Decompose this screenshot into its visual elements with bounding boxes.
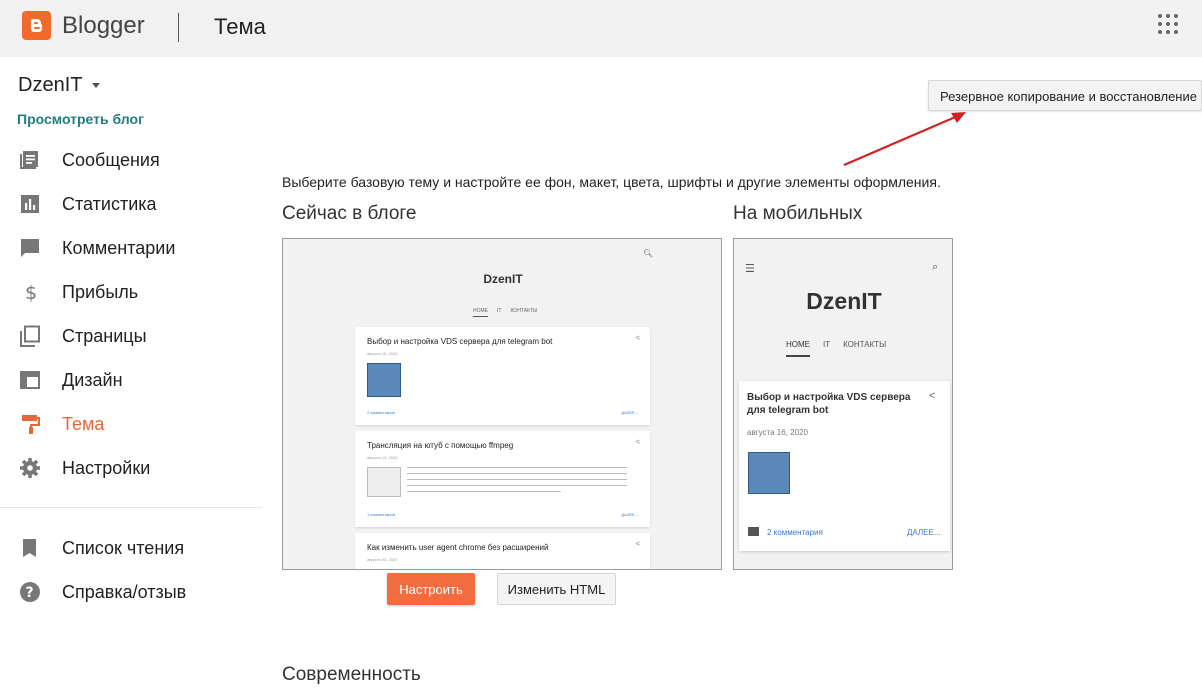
search-icon: 🔍︎ [643,249,654,258]
preview-post-card: Выбор и настройка VDS сервера для telegr… [739,381,950,551]
post-comments: 2 комментария [767,528,823,537]
preview-post-card: Трансляция на ютуб с помощью ffmpeg < ав… [355,431,650,527]
preview-tab: КОНТАКТЫ [510,308,538,314]
top-bar: Blogger Тема [0,0,1202,57]
svg-text:?: ? [26,585,34,601]
view-blog-link[interactable]: Просмотреть блог [17,111,144,127]
dollar-icon: $ [25,282,37,303]
sidebar-item-label: Прибыль [62,282,139,302]
share-icon: < [635,439,640,446]
page-title: Тема [214,14,266,39]
post-date: августа 16, 2020 [367,351,398,356]
post-comments: 1 комментарий [367,512,395,517]
pages-icon [20,325,40,347]
post-thumbnail [367,467,401,497]
header-divider [178,13,179,42]
sidebar-item-pages[interactable]: Страницы [0,317,262,355]
desktop-theme-preview[interactable]: 🔍︎ DzenIT HOME IT КОНТАКТЫ Выбор и настрой… [282,238,722,570]
post-date: августа 14, 2020 [367,455,398,460]
mobile-theme-heading: На мобильных [733,203,863,224]
sidebar-item-comments[interactable]: Комментарии [0,229,262,267]
sidebar-item-label: Справка/отзыв [62,582,187,602]
preview-tabs: HOME IT КОНТАКТЫ [786,340,899,357]
preview-tab: КОНТАКТЫ [843,340,887,349]
share-icon: < [635,541,640,548]
customize-button[interactable]: Настроить [387,573,475,605]
post-date: августа 03, 2020 [367,557,398,562]
sidebar-item-reading-list[interactable]: Список чтения [0,529,262,567]
preview-blog-title: DzenIT [806,288,882,314]
preview-tab: IT [497,308,502,314]
sidebar-item-label: Сообщения [62,150,160,170]
preview-post-card: Выбор и настройка VDS сервера для telegr… [355,327,650,425]
post-thumbnail [367,363,401,397]
sidebar-item-label: Дизайн [62,370,123,390]
edit-html-button[interactable]: Изменить HTML [497,573,616,605]
layout-icon [20,371,40,389]
brand-name[interactable]: Blogger [62,12,145,40]
sidebar-item-label: Тема [62,414,105,434]
gear-icon [20,458,40,478]
preview-tab: IT [823,340,831,349]
preview-tab: HOME [473,308,488,317]
sidebar-divider [0,507,262,508]
sidebar-item-label: Статистика [62,194,157,214]
sidebar-item-theme[interactable]: Тема [0,405,262,443]
sidebar-item-earnings[interactable]: $ Прибыль [0,273,262,311]
mobile-theme-preview[interactable]: ☰ ⌕ DzenIT HOME IT КОНТАКТЫ Выбор и настро… [733,238,953,570]
comment-icon [748,527,759,536]
current-theme-heading: Сейчас в блоге [282,203,417,224]
backup-restore-button[interactable]: Резервное копирование и восстановление [928,80,1202,111]
sidebar-item-label: Комментарии [62,238,176,258]
search-icon: ⌕ [932,261,939,273]
comment-icon [21,239,39,257]
sidebar-item-help[interactable]: ? Справка/отзыв [0,573,262,611]
posts-icon [20,151,38,169]
sidebar-item-label: Настройки [62,458,151,478]
blog-name: DzenIT [18,74,83,96]
post-more: ДАЛЕЕ... [621,512,638,517]
post-title: Выбор и настройка VDS сервера для telegr… [747,392,911,416]
sidebar-item-posts[interactable]: Сообщения [0,141,262,179]
apps-grid-icon[interactable] [1158,14,1178,34]
red-arrow-annotation [843,112,966,167]
svg-text:$: $ [25,282,37,303]
post-comments: 2 комментария [367,410,395,415]
post-title: Как изменить user agent chrome без расши… [367,543,549,552]
bookmark-icon [23,539,36,557]
sidebar-item-layout[interactable]: Дизайн [0,361,262,399]
blogger-logo-icon[interactable] [22,11,51,40]
help-icon: ? [20,582,40,602]
preview-tab: HOME [786,340,810,357]
post-title: Выбор и настройка VDS сервера для telegr… [367,337,553,346]
sidebar-item-label: Страницы [62,326,147,346]
blog-selector[interactable]: DzenIT [18,74,101,97]
share-icon: < [635,335,640,342]
sidebar-item-label: Список чтения [62,538,185,558]
sidebar-item-stats[interactable]: Статистика [0,185,262,223]
caret-down-icon [92,83,101,89]
preview-tabs: HOME IT КОНТАКТЫ [473,308,546,317]
preview-blog-title: DzenIT [483,272,523,286]
post-more: ДАЛЕЕ... [621,410,638,415]
stats-icon [21,195,39,213]
post-date: августа 16, 2020 [747,428,808,437]
post-excerpt [407,467,627,497]
preview-post-card: Как изменить user agent chrome без расши… [355,533,650,569]
post-thumbnail [748,452,790,494]
post-more: ДАЛЕЕ... [907,528,941,537]
sidebar-item-settings[interactable]: Настройки [0,449,262,487]
post-title: Трансляция на ютуб с помощью ffmpeg [367,441,514,450]
menu-icon: ☰ [745,263,755,275]
paint-roller-icon [22,415,40,434]
theme-section-heading: Современность [282,664,421,685]
share-icon: < [929,390,936,402]
intro-text: Выберите базовую тему и настройте ее фон… [282,174,941,190]
